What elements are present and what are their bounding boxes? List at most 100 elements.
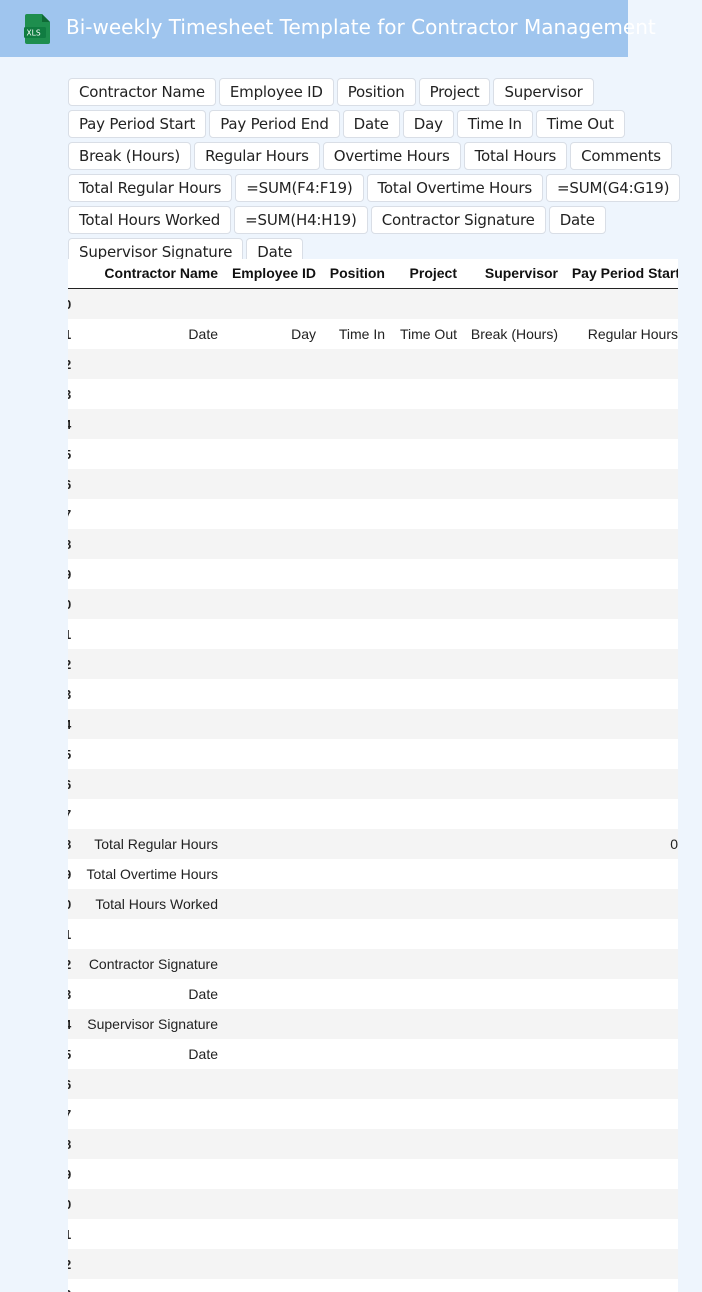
row-number: 3 <box>68 387 76 402</box>
field-chip[interactable]: Contractor Signature <box>370 206 546 234</box>
row-number: 2 <box>68 657 76 672</box>
field-chip[interactable]: Overtime Hours <box>322 142 461 170</box>
field-chip[interactable]: Position <box>336 78 416 106</box>
row-number: 6 <box>68 1077 76 1092</box>
row-number: 9 <box>68 567 76 582</box>
row-number: 3 <box>68 687 76 702</box>
row-number: 1 <box>68 927 76 942</box>
row-number: 4 <box>68 417 76 432</box>
column-header[interactable]: Project <box>410 265 457 281</box>
field-chip[interactable]: Project <box>418 78 491 106</box>
page-title: Bi-weekly Timesheet Template for Contrac… <box>66 15 656 39</box>
field-chip[interactable]: =SUM(G4:G19) <box>546 174 681 202</box>
table-row: 1 <box>68 1219 678 1249</box>
field-chip[interactable]: =SUM(H4:H19) <box>234 206 368 234</box>
row-number: 0 <box>68 297 76 312</box>
field-chip[interactable]: Comments <box>570 142 672 170</box>
table-row: 3 <box>68 1279 678 1292</box>
field-chip[interactable]: Date <box>548 206 606 234</box>
table-row: 8 <box>68 529 678 559</box>
field-chip[interactable]: Employee ID <box>218 78 334 106</box>
field-chip[interactable]: Supervisor <box>493 78 594 106</box>
column-header[interactable]: Position <box>330 265 385 281</box>
field-chip[interactable]: Total Overtime Hours <box>366 174 543 202</box>
table-row: 2 <box>68 1249 678 1279</box>
table-cell[interactable]: Date <box>188 986 218 1002</box>
row-number: 7 <box>68 507 76 522</box>
table-cell[interactable]: Time Out <box>400 326 457 342</box>
table-cell[interactable]: Time In <box>339 326 385 342</box>
column-header[interactable]: Supervisor <box>485 265 558 281</box>
table-row: 6 <box>68 769 678 799</box>
row-number: 8 <box>68 837 76 852</box>
table-row: 3 <box>68 379 678 409</box>
row-number: 0 <box>68 897 76 912</box>
table-row: 4 <box>68 409 678 439</box>
table-row: 5 <box>68 439 678 469</box>
table-row: 2 <box>68 649 678 679</box>
field-chip[interactable]: Date <box>342 110 400 138</box>
table-cell[interactable]: Regular Hours <box>588 326 678 342</box>
column-header-row: Contractor Name Employee ID Position Projec… <box>68 259 678 289</box>
table-row: 8 Total Regular Hours 0 <box>68 829 678 859</box>
row-number: 3 <box>68 987 76 1002</box>
column-header[interactable]: Contractor Name <box>104 265 218 281</box>
table-row: 7 <box>68 499 678 529</box>
table-row: 9 <box>68 559 678 589</box>
table-row: 9 Total Overtime Hours <box>68 859 678 889</box>
table-cell[interactable]: Total Regular Hours <box>94 836 218 852</box>
field-chip-list: Contractor Name Employee ID Position Projec… <box>68 78 693 266</box>
table-row: 5 Date <box>68 1039 678 1069</box>
row-number: 5 <box>68 1047 76 1062</box>
table-cell[interactable]: 0 <box>670 836 678 852</box>
table-row: 0 <box>68 589 678 619</box>
table-cell[interactable]: Day <box>291 326 316 342</box>
field-chip[interactable]: Time Out <box>535 110 625 138</box>
field-chip[interactable]: Total Hours <box>463 142 568 170</box>
table-row: 5 <box>68 739 678 769</box>
table-row: 1 <box>68 619 678 649</box>
row-number: 1 <box>68 327 76 342</box>
row-number: 4 <box>68 717 76 732</box>
table-row: 2 Contractor Signature <box>68 949 678 979</box>
table-row: 0 <box>68 289 678 319</box>
column-header[interactable]: Pay Period Start <box>572 265 678 281</box>
row-number: 4 <box>68 1017 76 1032</box>
table-row: 6 <box>68 469 678 499</box>
field-chip[interactable]: Total Regular Hours <box>68 174 233 202</box>
table-row: 0 Total Hours Worked <box>68 889 678 919</box>
table-cell[interactable]: Break (Hours) <box>471 326 558 342</box>
table-row: 3 <box>68 679 678 709</box>
table-cell[interactable]: Contractor Signature <box>89 956 218 972</box>
row-number: 0 <box>68 1197 76 1212</box>
title-bar: XLS Bi-weekly Timesheet Template for Con… <box>0 0 656 57</box>
table-row: 6 <box>68 1069 678 1099</box>
field-chip[interactable]: Contractor Name <box>68 78 216 106</box>
row-number: 7 <box>68 1107 76 1122</box>
table-row: 1 Date Day Time In Time Out Break (Hours) Regu… <box>68 319 678 349</box>
row-number: 8 <box>68 537 76 552</box>
field-chip[interactable]: Regular Hours <box>194 142 320 170</box>
row-number: 6 <box>68 477 76 492</box>
spreadsheet-grid: Contractor Name Employee ID Position Projec… <box>68 259 678 1292</box>
table-cell[interactable]: Total Overtime Hours <box>87 866 218 882</box>
field-chip[interactable]: Pay Period Start <box>68 110 207 138</box>
row-number: 2 <box>68 957 76 972</box>
field-chip[interactable]: Day <box>402 110 454 138</box>
excel-file-icon: XLS <box>24 14 50 44</box>
row-number: 1 <box>68 627 76 642</box>
table-cell[interactable]: Supervisor Signature <box>87 1016 218 1032</box>
field-chip[interactable]: Pay Period End <box>209 110 340 138</box>
row-number: 9 <box>68 1167 76 1182</box>
field-chip[interactable]: =SUM(F4:F19) <box>235 174 364 202</box>
column-header[interactable]: Employee ID <box>232 265 316 281</box>
row-number: 1 <box>68 1227 76 1242</box>
row-number: 2 <box>68 357 76 372</box>
table-row: 1 <box>68 919 678 949</box>
table-cell[interactable]: Date <box>188 326 218 342</box>
field-chip[interactable]: Total Hours Worked <box>68 206 232 234</box>
field-chip[interactable]: Break (Hours) <box>68 142 192 170</box>
field-chip[interactable]: Time In <box>456 110 533 138</box>
table-cell[interactable]: Date <box>188 1046 218 1062</box>
table-cell[interactable]: Total Hours Worked <box>95 896 218 912</box>
